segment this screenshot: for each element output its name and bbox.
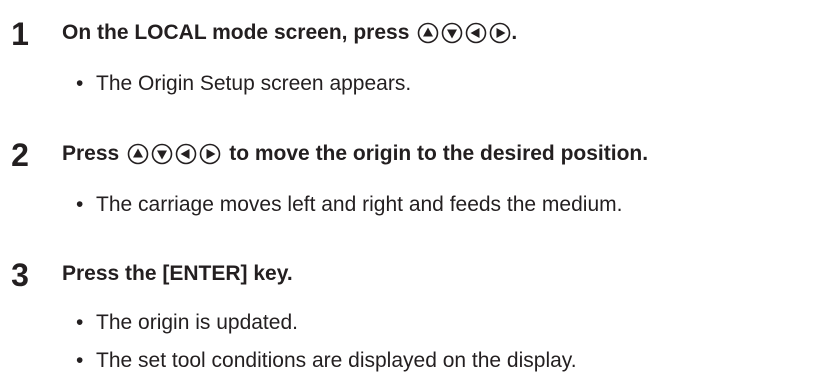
right-arrow-key-icon xyxy=(199,143,221,165)
list-item: • The origin is updated. xyxy=(74,311,577,335)
bullet-text: The origin is updated. xyxy=(96,311,298,334)
bullet-dot: • xyxy=(76,311,84,334)
bullet-list: • The carriage moves left and right and … xyxy=(74,193,622,231)
bullet-list: • The origin is updated. • The set tool … xyxy=(74,311,577,387)
bullet-dot: • xyxy=(76,72,84,95)
bullet-dot: • xyxy=(76,193,84,216)
up-arrow-key-icon xyxy=(417,22,439,44)
bullet-list: • The Origin Setup screen appears. xyxy=(74,72,411,110)
step-title-text: Press the [ENTER] key. xyxy=(62,262,293,285)
bullet-text: The carriage moves left and right and fe… xyxy=(96,193,623,216)
up-arrow-key-icon xyxy=(127,143,149,165)
step-title: Press to move the origin to the desired … xyxy=(62,142,648,166)
list-item: • The carriage moves left and right and … xyxy=(74,193,622,217)
down-arrow-key-icon xyxy=(441,22,463,44)
bullet-text: The Origin Setup screen appears. xyxy=(96,72,412,95)
left-arrow-key-icon xyxy=(175,143,197,165)
bullet-dot: • xyxy=(76,349,84,372)
step-title-text: On the LOCAL mode screen, press xyxy=(62,21,410,44)
arrow-keys xyxy=(417,22,511,44)
step-title-suffix: . xyxy=(511,21,518,44)
step-number: 2 xyxy=(11,137,29,173)
right-arrow-key-icon xyxy=(489,22,511,44)
step-title: On the LOCAL mode screen, press . xyxy=(62,21,517,45)
left-arrow-key-icon xyxy=(465,22,487,44)
arrow-keys xyxy=(127,143,221,165)
step-number: 1 xyxy=(11,16,29,52)
list-item: • The Origin Setup screen appears. xyxy=(74,72,411,96)
bullet-text: The set tool conditions are displayed on… xyxy=(96,349,577,372)
step-number: 3 xyxy=(11,257,29,293)
down-arrow-key-icon xyxy=(151,143,173,165)
step-title-suffix: to move the origin to the desired positi… xyxy=(229,142,649,165)
list-item: • The set tool conditions are displayed … xyxy=(74,349,577,373)
step-title-text: Press xyxy=(62,142,120,165)
step-title: Press the [ENTER] key. xyxy=(62,262,293,286)
